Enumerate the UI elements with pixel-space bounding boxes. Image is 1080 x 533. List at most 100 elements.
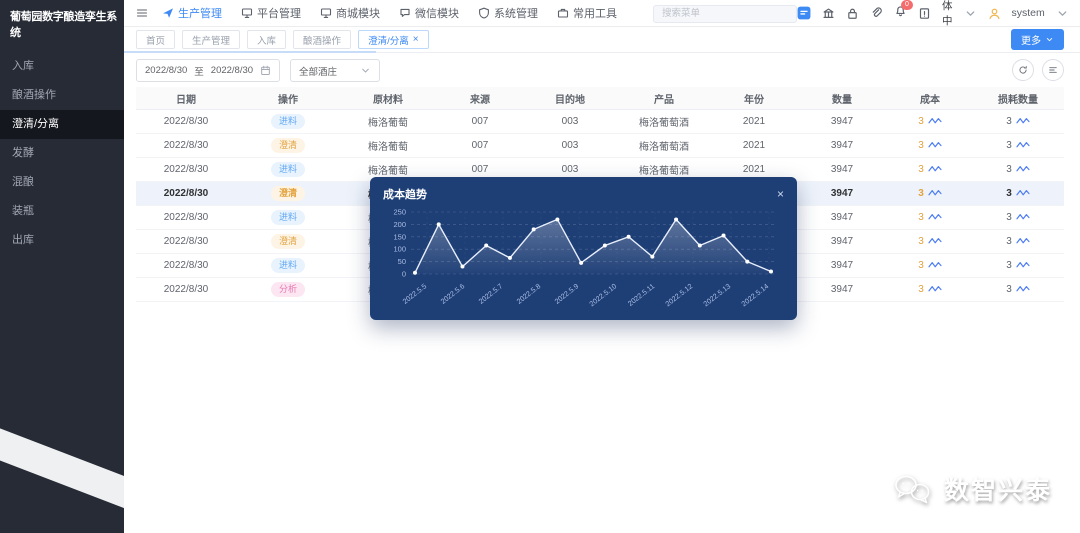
- user-menu[interactable]: system: [1012, 7, 1045, 19]
- tab-酿酒操作[interactable]: 酿酒操作: [293, 30, 351, 49]
- chevron-down-icon: [1056, 7, 1069, 20]
- cell-cost-value: 3: [918, 236, 924, 247]
- sidebar-item-出库[interactable]: 出库: [0, 226, 124, 255]
- cell-loss[interactable]: 3: [972, 236, 1064, 247]
- cell-product: 梅洛葡萄酒: [616, 162, 712, 177]
- trend-icon: [928, 236, 942, 245]
- cell-loss[interactable]: 3: [972, 116, 1064, 127]
- column-header-目的地: 目的地: [524, 91, 616, 106]
- tab-label: 澄清/分离: [368, 33, 409, 47]
- search-input[interactable]: [653, 5, 797, 23]
- cell-date: 2022/8/30: [136, 260, 236, 271]
- close-icon[interactable]: ×: [777, 188, 784, 200]
- operation-badge: 分析: [271, 282, 305, 297]
- plane-icon: [162, 7, 174, 19]
- column-header-成本: 成本: [888, 91, 972, 106]
- cell-loss[interactable]: 3: [972, 260, 1064, 271]
- sidebar-item-发酵[interactable]: 发酵: [0, 139, 124, 168]
- calendar-icon: [260, 65, 271, 76]
- top-menu: 生产管理 平台管理 商城模块 微信模块 系统管理 常用工具: [162, 5, 617, 21]
- cell-cost[interactable]: 3: [888, 260, 972, 271]
- winery-select[interactable]: 全部酒庄: [290, 59, 380, 82]
- cell-loss[interactable]: 3: [972, 164, 1064, 175]
- svg-text:2022.5.9: 2022.5.9: [553, 281, 581, 305]
- tab-label: 生产管理: [192, 33, 230, 47]
- cell-date: 2022/8/30: [136, 164, 236, 175]
- sidebar-item-混酿[interactable]: 混酿: [0, 168, 124, 197]
- cost-trend-modal: 成本趋势 × 0501001502002502022.5.52022.5.620…: [370, 177, 797, 320]
- menu-平台管理[interactable]: 平台管理: [241, 5, 301, 21]
- cell-loss[interactable]: 3: [972, 188, 1064, 199]
- notifications[interactable]: 0: [894, 4, 907, 22]
- brand-watermark: 数智兴泰: [892, 471, 1052, 507]
- cell-date: 2022/8/30: [136, 140, 236, 151]
- cell-date: 2022/8/30: [136, 116, 236, 127]
- lock-icon[interactable]: [846, 7, 859, 20]
- cell-operation: 进料: [236, 258, 340, 273]
- menu-常用工具[interactable]: 常用工具: [557, 5, 617, 21]
- trend-icon: [1016, 188, 1030, 197]
- cell-cost[interactable]: 3: [888, 116, 972, 127]
- chat-square-icon[interactable]: [797, 6, 811, 20]
- cell-loss[interactable]: 3: [972, 284, 1064, 295]
- date-separator: 至: [194, 64, 204, 78]
- avatar[interactable]: [988, 7, 1001, 20]
- tab-生产管理[interactable]: 生产管理: [182, 30, 240, 49]
- hamburger-icon[interactable]: [136, 7, 148, 19]
- app-window: 葡萄园数字酿造孪生系统 入库酿酒操作澄清/分离发酵混酿装瓶出库 生产管理平台管理…: [0, 0, 1080, 533]
- more-button[interactable]: 更多: [1011, 29, 1064, 50]
- cell-date: 2022/8/30: [136, 188, 236, 199]
- date-range-picker[interactable]: 2022/8/30 至 2022/8/30: [136, 59, 280, 82]
- sidebar-item-酿酒操作[interactable]: 酿酒操作: [0, 81, 124, 110]
- sidebar-item-入库[interactable]: 入库: [0, 52, 124, 81]
- tab-澄清/分离[interactable]: 澄清/分离 ×: [358, 30, 428, 49]
- topbar: 生产管理平台管理商城模块微信模块系统管理常用工具 0 简体中文 system: [124, 0, 1080, 27]
- tab-label: 入库: [257, 33, 276, 47]
- cell-cost[interactable]: 3: [888, 212, 972, 223]
- cell-cost[interactable]: 3: [888, 284, 972, 295]
- winery-select-value: 全部酒庄: [299, 64, 337, 78]
- svg-text:2022.5.14: 2022.5.14: [739, 281, 770, 308]
- tab-close-icon[interactable]: ×: [413, 35, 419, 45]
- table-row[interactable]: 2022/8/30澄清梅洛葡萄007003梅洛葡萄酒2021394733: [136, 134, 1064, 158]
- menu-微信模块[interactable]: 微信模块: [399, 5, 459, 21]
- document-icon[interactable]: [918, 7, 931, 20]
- cell-loss-value: 3: [1006, 164, 1012, 175]
- cell-cost[interactable]: 3: [888, 164, 972, 175]
- column-header-原材料: 原材料: [340, 91, 436, 106]
- cell-destination: 003: [524, 116, 616, 127]
- column-settings-button[interactable]: [1042, 59, 1064, 81]
- cell-cost-value: 3: [918, 140, 924, 151]
- menu-生产管理[interactable]: 生产管理: [162, 5, 222, 21]
- cell-product: 梅洛葡萄酒: [616, 138, 712, 153]
- cell-cost[interactable]: 3: [888, 188, 972, 199]
- cell-cost[interactable]: 3: [888, 236, 972, 247]
- cell-loss[interactable]: 3: [972, 212, 1064, 223]
- tab-入库[interactable]: 入库: [247, 30, 286, 49]
- cell-quantity: 3947: [796, 260, 888, 271]
- tab-首页[interactable]: 首页: [136, 30, 175, 49]
- trend-icon: [1016, 116, 1030, 125]
- cell-cost-value: 3: [918, 260, 924, 271]
- cell-loss-value: 3: [1006, 188, 1012, 199]
- svg-text:250: 250: [393, 208, 406, 217]
- cell-operation: 澄清: [236, 186, 340, 201]
- operation-badge: 进料: [271, 114, 305, 129]
- cell-quantity: 3947: [796, 188, 888, 199]
- cell-date: 2022/8/30: [136, 284, 236, 295]
- refresh-button[interactable]: [1012, 59, 1034, 81]
- cell-loss[interactable]: 3: [972, 140, 1064, 151]
- sidebar-item-澄清/分离[interactable]: 澄清/分离: [0, 110, 124, 139]
- cell-cost[interactable]: 3: [888, 140, 972, 151]
- table-row[interactable]: 2022/8/30进料梅洛葡萄007003梅洛葡萄酒2021394733: [136, 110, 1064, 134]
- svg-text:2022.5.8: 2022.5.8: [515, 281, 543, 305]
- operation-badge: 澄清: [271, 186, 305, 201]
- bank-icon[interactable]: [822, 7, 835, 20]
- column-header-年份: 年份: [712, 91, 796, 106]
- menu-系统管理[interactable]: 系统管理: [478, 5, 538, 21]
- sidebar-item-装瓶[interactable]: 装瓶: [0, 197, 124, 226]
- briefcase-icon: [557, 7, 569, 19]
- menu-商城模块[interactable]: 商城模块: [320, 5, 380, 21]
- operation-badge: 澄清: [271, 234, 305, 249]
- paperclip-icon[interactable]: [870, 7, 883, 20]
